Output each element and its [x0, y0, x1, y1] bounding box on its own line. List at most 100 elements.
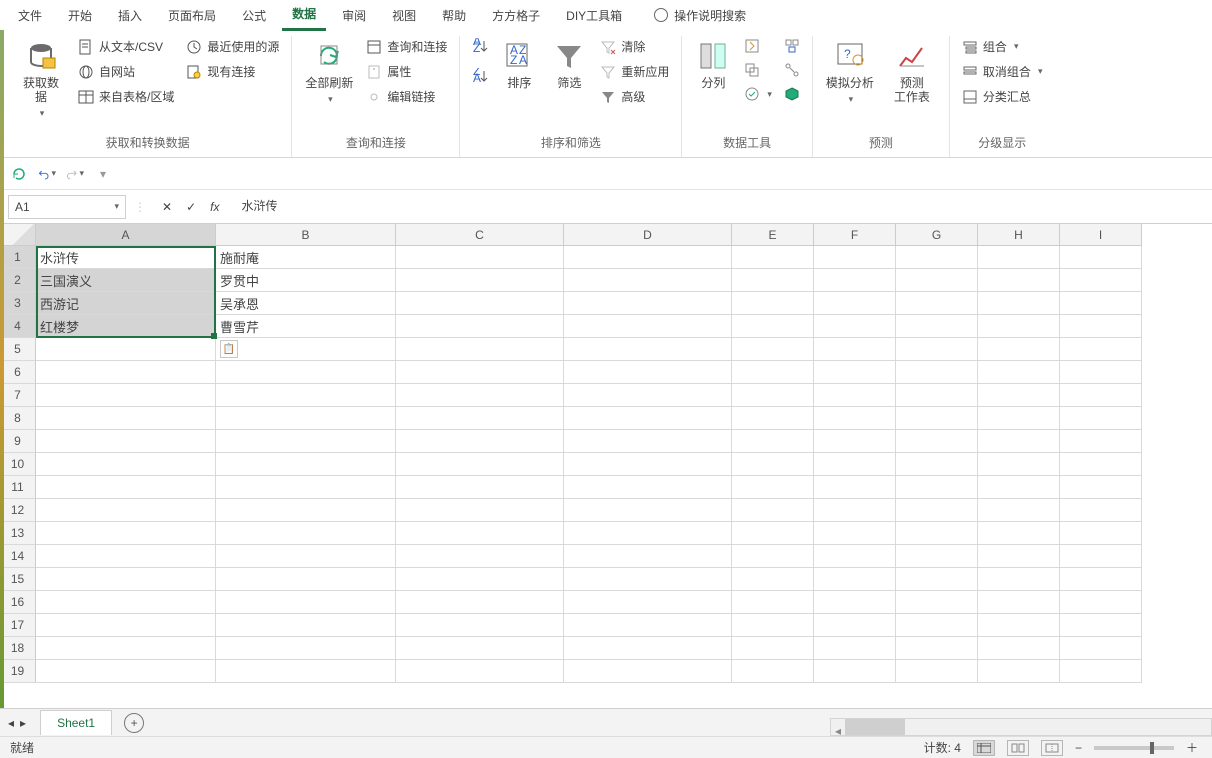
enter-icon[interactable]: ✓: [186, 200, 196, 214]
cell[interactable]: [396, 660, 564, 683]
sort-button[interactable]: AZZA 排序: [496, 36, 542, 130]
data-validation-button[interactable]: ▾: [740, 84, 776, 104]
cell[interactable]: [564, 522, 732, 545]
cell[interactable]: [896, 637, 978, 660]
fx-icon[interactable]: fx: [210, 200, 219, 214]
menu-data[interactable]: 数据: [282, 0, 326, 31]
group-button[interactable]: 组合▾: [958, 36, 1047, 57]
text-to-columns-button[interactable]: 分列: [690, 36, 736, 130]
cell[interactable]: [396, 522, 564, 545]
scrollbar-thumb[interactable]: [845, 719, 905, 735]
cell[interactable]: [1060, 269, 1142, 292]
forecast-sheet-button[interactable]: 预测 工作表: [883, 36, 941, 130]
cell[interactable]: [978, 637, 1060, 660]
column-header[interactable]: H: [978, 224, 1060, 246]
data-model-button[interactable]: [780, 84, 804, 104]
cell[interactable]: [732, 660, 814, 683]
cell[interactable]: [396, 591, 564, 614]
add-sheet-button[interactable]: +: [124, 713, 144, 733]
cell[interactable]: [814, 545, 896, 568]
cell[interactable]: [216, 361, 396, 384]
cell[interactable]: [1060, 637, 1142, 660]
consolidate-button[interactable]: [780, 36, 804, 56]
cell[interactable]: [732, 292, 814, 315]
relationships-button[interactable]: [780, 60, 804, 80]
cell[interactable]: [36, 522, 216, 545]
cell[interactable]: [978, 292, 1060, 315]
cell[interactable]: [564, 338, 732, 361]
cell[interactable]: [896, 453, 978, 476]
cell[interactable]: [978, 315, 1060, 338]
ungroup-button[interactable]: 取消组合▾: [958, 61, 1047, 82]
menu-formulas[interactable]: 公式: [232, 1, 276, 30]
cell[interactable]: [732, 499, 814, 522]
cell[interactable]: [896, 591, 978, 614]
row-header[interactable]: 6: [0, 361, 36, 384]
cell[interactable]: [732, 315, 814, 338]
view-normal-button[interactable]: [973, 740, 995, 756]
cell[interactable]: [1060, 591, 1142, 614]
clear-filter-button[interactable]: 清除: [596, 36, 673, 57]
what-if-button[interactable]: ? 模拟分析▾: [821, 36, 879, 130]
cell[interactable]: [1060, 246, 1142, 269]
row-header[interactable]: 14: [0, 545, 36, 568]
menu-home[interactable]: 开始: [58, 1, 102, 30]
cell[interactable]: [36, 591, 216, 614]
cell[interactable]: [216, 568, 396, 591]
cell[interactable]: [564, 614, 732, 637]
filter-button[interactable]: 筛选: [546, 36, 592, 130]
row-header[interactable]: 13: [0, 522, 36, 545]
cell[interactable]: [1060, 614, 1142, 637]
cell[interactable]: [564, 476, 732, 499]
cell[interactable]: 水浒传: [36, 246, 216, 269]
cell[interactable]: [1060, 453, 1142, 476]
cell[interactable]: [814, 637, 896, 660]
cell[interactable]: 三国演义: [36, 269, 216, 292]
cell[interactable]: [564, 568, 732, 591]
cell[interactable]: [396, 499, 564, 522]
cell[interactable]: [814, 453, 896, 476]
cell[interactable]: [978, 591, 1060, 614]
row-header[interactable]: 1: [0, 246, 36, 269]
cell[interactable]: [396, 407, 564, 430]
row-header[interactable]: 3: [0, 292, 36, 315]
cell[interactable]: [1060, 384, 1142, 407]
cell[interactable]: [564, 660, 732, 683]
cell[interactable]: [896, 384, 978, 407]
cell[interactable]: [396, 637, 564, 660]
cell[interactable]: [896, 522, 978, 545]
cell[interactable]: [896, 246, 978, 269]
undo-button[interactable]: ▾: [38, 165, 56, 183]
from-web-button[interactable]: 自网站: [74, 61, 178, 82]
cell[interactable]: [36, 568, 216, 591]
select-all-button[interactable]: [0, 224, 36, 246]
cell[interactable]: [396, 292, 564, 315]
cell[interactable]: [732, 614, 814, 637]
cell[interactable]: [564, 315, 732, 338]
cell[interactable]: [36, 637, 216, 660]
menu-insert[interactable]: 插入: [108, 1, 152, 30]
cell[interactable]: [896, 568, 978, 591]
menu-ffgz[interactable]: 方方格子: [482, 1, 550, 30]
cell[interactable]: [732, 522, 814, 545]
cell[interactable]: [978, 361, 1060, 384]
zoom-out-button[interactable]: −: [1075, 741, 1082, 755]
recent-sources-button[interactable]: 最近使用的源: [182, 36, 283, 57]
cell[interactable]: [732, 338, 814, 361]
paste-options-button[interactable]: 📋: [220, 340, 238, 358]
qat-customize-button[interactable]: ▾: [94, 165, 112, 183]
cell[interactable]: [732, 407, 814, 430]
row-header[interactable]: 16: [0, 591, 36, 614]
tell-me-search[interactable]: 操作说明搜索: [654, 7, 746, 24]
tab-nav-first-icon[interactable]: ◂: [8, 716, 14, 730]
cell[interactable]: [396, 338, 564, 361]
refresh-icon[interactable]: [10, 165, 28, 183]
cell[interactable]: [216, 430, 396, 453]
cell[interactable]: [814, 292, 896, 315]
cell[interactable]: [978, 545, 1060, 568]
cell[interactable]: [978, 499, 1060, 522]
column-header[interactable]: E: [732, 224, 814, 246]
cell[interactable]: [732, 430, 814, 453]
cell[interactable]: [216, 476, 396, 499]
cell[interactable]: [978, 660, 1060, 683]
